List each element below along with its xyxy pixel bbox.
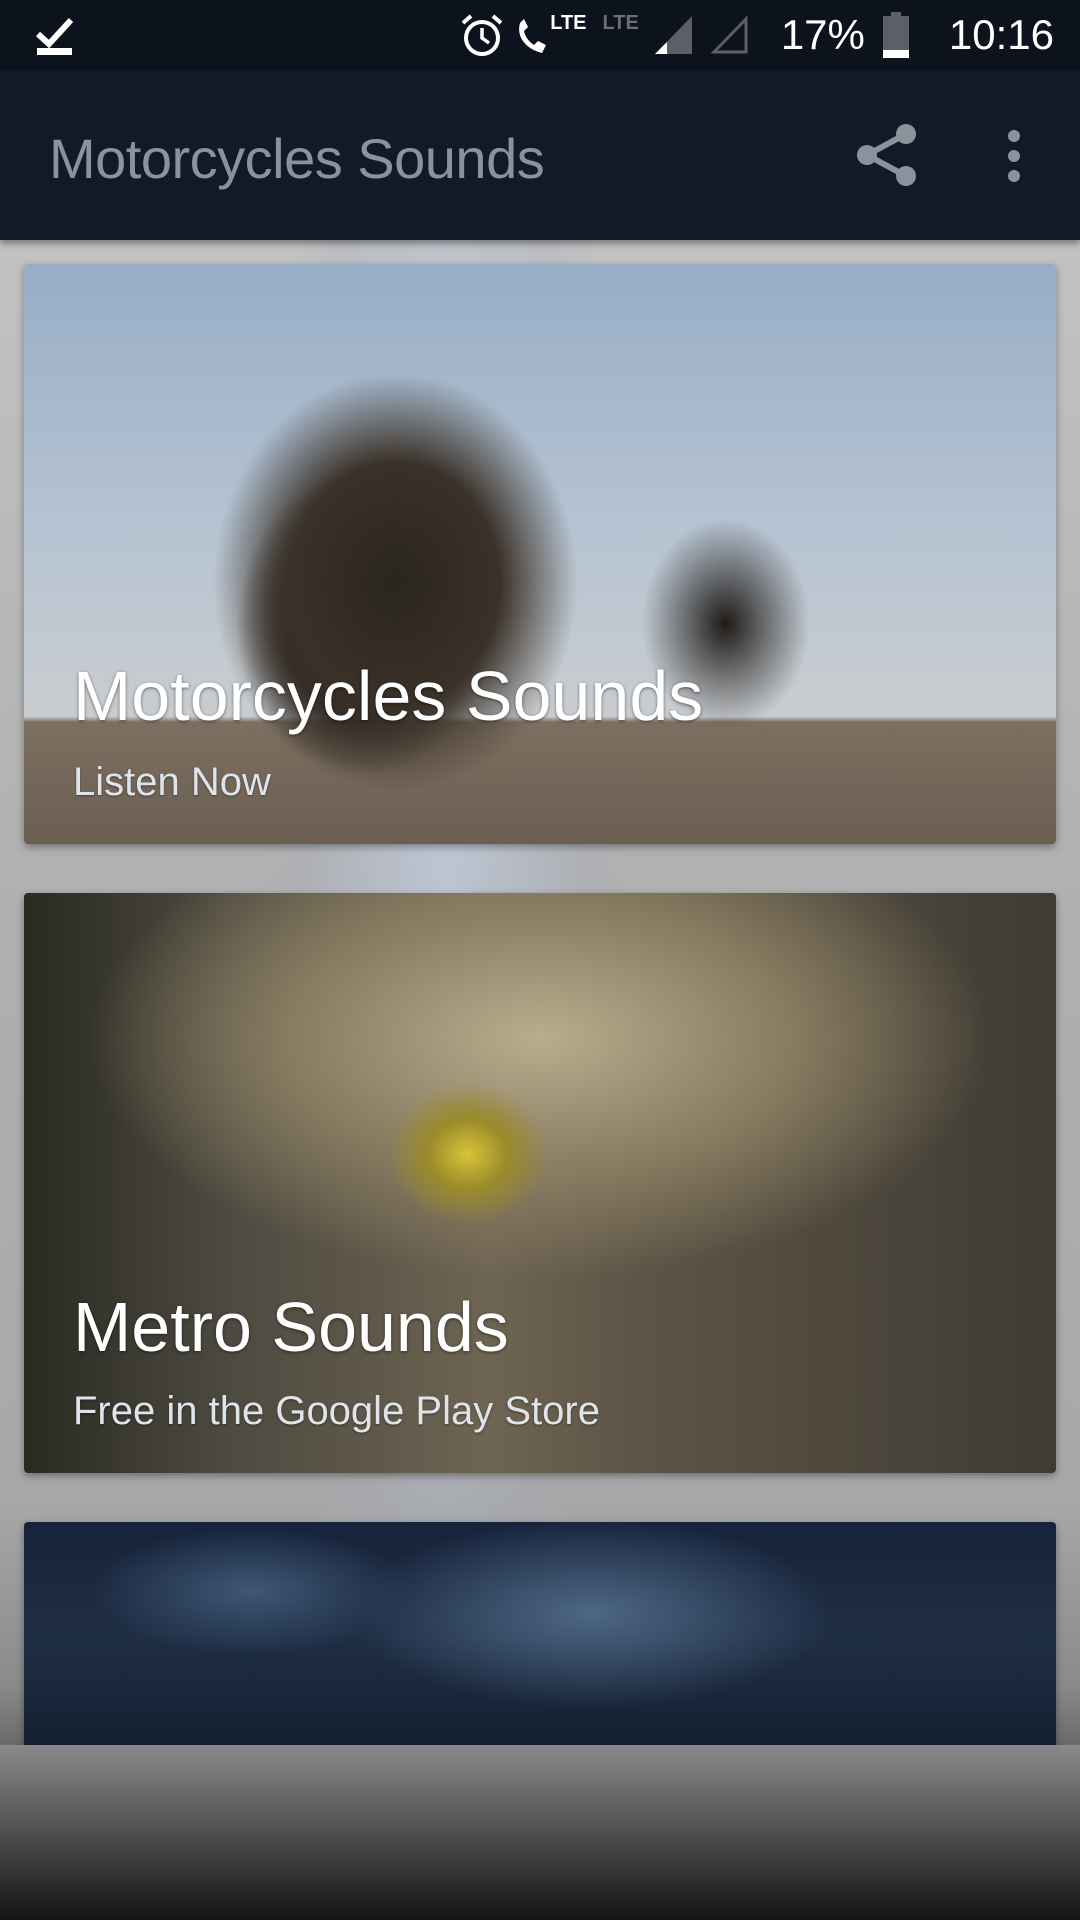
more-vert-icon [1008, 130, 1020, 182]
share-button[interactable] [855, 122, 919, 188]
more-options-button[interactable] [1000, 128, 1028, 184]
card-subtitle: Free in the Google Play Store [73, 1389, 600, 1433]
card-title: Metro Sounds [73, 1288, 509, 1366]
battery-percent: 17% [780, 11, 865, 58]
bottom-fade-overlay [0, 1745, 1080, 1920]
battery-icon [882, 12, 909, 58]
share-icon [857, 124, 916, 186]
app-bar: Motorcycles Sounds [0, 70, 1080, 240]
signal-icon [654, 16, 693, 54]
signal-empty-icon [710, 16, 749, 54]
card-metro-sounds[interactable]: Metro Sounds Free in the Google Play Sto… [24, 893, 1056, 1473]
card-motorcycles-sounds[interactable]: Motorcycles Sounds Listen Now [24, 264, 1056, 844]
clock: 10:16 [948, 11, 1054, 58]
download-done-icon [36, 14, 74, 56]
volte-call-icon: LTE [514, 12, 587, 57]
page-title: Motorcycles Sounds [49, 127, 545, 190]
status-bar: LTE LTE 17% 10:16 [0, 0, 1080, 70]
lte-disabled-icon: LTE [602, 11, 639, 34]
card-title: Motorcycles Sounds [73, 657, 704, 735]
card-sky[interactable] [24, 1522, 1056, 1752]
alarm-icon [460, 13, 504, 57]
card-subtitle: Listen Now [73, 760, 271, 804]
